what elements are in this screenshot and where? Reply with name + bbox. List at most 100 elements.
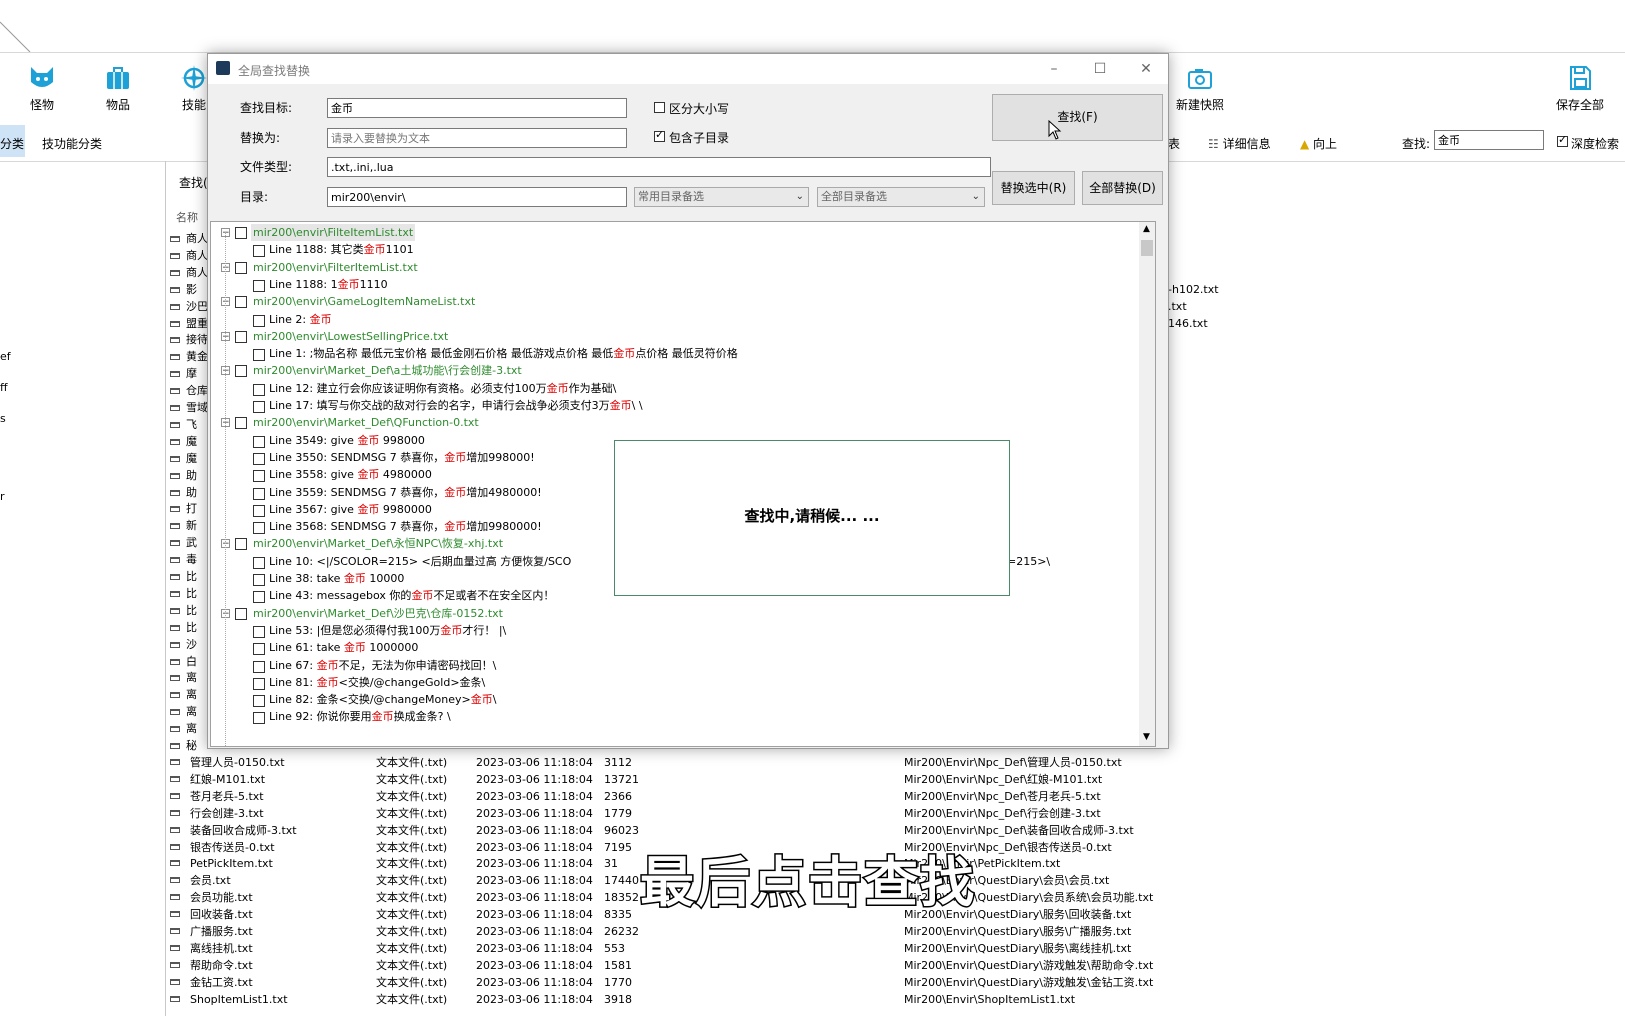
result-line-row[interactable]: Line 82: 金条<交换/@changeMoney>金币\: [211, 691, 1131, 708]
items-button[interactable]: 物品: [86, 64, 150, 113]
result-line-checkbox[interactable]: [253, 245, 265, 258]
result-line-checkbox[interactable]: [253, 504, 265, 517]
file-row-partial[interactable]: 沙巴: [170, 298, 208, 315]
result-line-row[interactable]: Line 12: 建立行会你应该证明你有资格。必须支付100万金币作为基础\: [211, 380, 1131, 397]
file-row-partial[interactable]: 武: [170, 534, 197, 551]
up-button[interactable]: ▲ 向上: [1300, 135, 1337, 152]
maximize-icon[interactable]: ☐: [1090, 60, 1110, 78]
result-file-row[interactable]: − mir200\envir\GameLogItemNameList.txt: [211, 293, 1131, 310]
name-column-header[interactable]: 名称: [176, 209, 198, 225]
result-line-row[interactable]: Line 61: take 金币 1000000: [211, 639, 1131, 656]
result-file-checkbox[interactable]: [235, 538, 247, 551]
directory-input[interactable]: mir200\envir\: [327, 187, 627, 207]
file-row-partial[interactable]: 比: [170, 619, 197, 636]
replace-all-button[interactable]: 全部替换(D): [1082, 171, 1163, 205]
result-file-row[interactable]: − mir200\envir\Market_Def\a土城功能\行会创建-3.tx…: [211, 362, 1131, 379]
replace-selected-button[interactable]: 替换选中(R): [992, 171, 1075, 205]
detail-info-button[interactable]: ☷ 详细信息: [1208, 135, 1271, 152]
file-row-partial[interactable]: 离: [170, 686, 197, 703]
file-row-partial[interactable]: 比: [170, 568, 197, 585]
result-line-checkbox[interactable]: [253, 452, 265, 465]
table-row[interactable]: 行会创建-3.txt 文本文件(.txt) 2023-03-06 11:18:04 1…: [170, 805, 1170, 822]
file-row-partial[interactable]: 商人: [170, 247, 208, 264]
file-row-partial[interactable]: 魔: [170, 450, 197, 467]
result-line-checkbox[interactable]: [253, 470, 265, 483]
include-subdirs-checkbox[interactable]: [654, 128, 665, 142]
scroll-thumb[interactable]: [1141, 240, 1153, 256]
result-file-checkbox[interactable]: [235, 261, 247, 274]
table-row[interactable]: 广播服务.txt 文本文件(.txt) 2023-03-06 11:18:04 262…: [170, 923, 1170, 940]
result-line-row[interactable]: Line 2: 金币: [211, 311, 1131, 328]
file-row-partial[interactable]: 沙: [170, 636, 197, 653]
result-line-row[interactable]: Line 17: 填写与你交战的敌对行会的名字，申请行会战争必须支付3万金币\ …: [211, 397, 1131, 414]
table-row[interactable]: 装备回收合成师-3.txt 文本文件(.txt) 2023-03-06 11:18:…: [170, 822, 1170, 839]
result-line-checkbox[interactable]: [253, 643, 265, 656]
all-dirs-dropdown[interactable]: 全部目录备选 ⌄: [817, 187, 985, 207]
save-all-button[interactable]: 保存全部: [1548, 64, 1612, 113]
file-row-partial[interactable]: 仓库: [170, 382, 208, 399]
result-file-row[interactable]: − mir200\envir\LowestSellingPrice.txt: [211, 328, 1131, 345]
find-button[interactable]: 查找(F): [992, 94, 1163, 141]
table-row[interactable]: ShopItemList1.txt 文本文件(.txt) 2023-03-06 11…: [170, 991, 1170, 1008]
find-target-input[interactable]: 金币: [327, 98, 627, 118]
table-row[interactable]: 离线挂机.txt 文本文件(.txt) 2023-03-06 11:18:04 553…: [170, 940, 1170, 957]
file-row-partial[interactable]: 离: [170, 703, 197, 720]
results-scrollbar[interactable]: ▲ ▼: [1139, 222, 1155, 746]
minimize-icon[interactable]: –: [1044, 60, 1064, 78]
table-row[interactable]: 帮助命令.txt 文本文件(.txt) 2023-03-06 11:18:04 158…: [170, 957, 1170, 974]
result-line-checkbox[interactable]: [253, 279, 265, 292]
file-row-partial[interactable]: 毒: [170, 551, 197, 568]
deep-search-checkbox[interactable]: [1557, 133, 1568, 147]
result-line-row[interactable]: Line 1188: 1金币1110: [211, 276, 1131, 293]
file-type-input[interactable]: .txt,.ini,.lua: [327, 157, 991, 177]
result-line-checkbox[interactable]: [253, 625, 265, 638]
file-row-partial[interactable]: 影: [170, 281, 197, 298]
file-row-partial[interactable]: 秘: [170, 737, 197, 754]
file-row-partial[interactable]: 助: [170, 484, 197, 501]
result-line-checkbox[interactable]: [253, 660, 265, 673]
file-row-partial[interactable]: 盟重: [170, 315, 208, 332]
result-line-checkbox[interactable]: [253, 591, 265, 604]
result-line-row[interactable]: Line 67: 金币不足，无法为你申请密码找回！\: [211, 657, 1131, 674]
file-row-partial[interactable]: 白: [170, 653, 197, 670]
file-row-partial[interactable]: 商人: [170, 264, 208, 281]
table-row[interactable]: 金钻工资.txt 文本文件(.txt) 2023-03-06 11:18:04 177…: [170, 974, 1170, 991]
table-row[interactable]: 管理人员-0150.txt 文本文件(.txt) 2023-03-06 11:18:…: [170, 754, 1170, 771]
close-icon[interactable]: ✕: [1136, 60, 1156, 78]
skill-category-tab[interactable]: 技功能分类: [42, 135, 102, 152]
table-row[interactable]: 红娘-M101.txt 文本文件(.txt) 2023-03-06 11:18:04…: [170, 771, 1170, 788]
result-file-checkbox[interactable]: [235, 296, 247, 309]
table-row[interactable]: 苍月老兵-5.txt 文本文件(.txt) 2023-03-06 11:18:04 2…: [170, 788, 1170, 805]
result-file-row[interactable]: − mir200\envir\FilterItemList.txt: [211, 259, 1131, 276]
result-line-checkbox[interactable]: [253, 349, 265, 362]
file-row-partial[interactable]: 魔: [170, 433, 197, 450]
file-row-partial[interactable]: 助: [170, 467, 197, 484]
file-row-partial[interactable]: 比: [170, 602, 197, 619]
common-dirs-dropdown[interactable]: 常用目录备选 ⌄: [634, 187, 809, 207]
result-file-checkbox[interactable]: [235, 607, 247, 620]
list-view-tab[interactable]: 表: [1168, 135, 1180, 152]
case-sensitive-checkbox[interactable]: [654, 102, 665, 113]
scroll-up-icon[interactable]: ▲: [1143, 224, 1150, 234]
file-row-partial[interactable]: 黄金: [170, 348, 208, 365]
file-row-partial[interactable]: 新: [170, 517, 197, 534]
result-line-checkbox[interactable]: [253, 556, 265, 569]
result-line-row[interactable]: Line 1188: 其它类金币1101: [211, 241, 1131, 258]
result-file-checkbox[interactable]: [235, 227, 247, 239]
result-line-checkbox[interactable]: [253, 712, 265, 725]
result-line-row[interactable]: Line 92: 你说你要用金币换成金条? \: [211, 708, 1131, 725]
dialog-titlebar[interactable]: 全局查找替换 – ☐ ✕: [208, 54, 1168, 84]
search-input[interactable]: 金币: [1434, 130, 1544, 150]
monster-button[interactable]: 怪物: [10, 64, 74, 113]
file-row-partial[interactable]: 摩: [170, 365, 197, 382]
result-file-row[interactable]: − mir200\envir\Market_Def\QFunction-0.txt: [211, 414, 1131, 431]
replace-with-input[interactable]: 请录入要替换为文本: [327, 128, 627, 148]
result-file-checkbox[interactable]: [235, 365, 247, 378]
result-line-checkbox[interactable]: [253, 435, 265, 448]
file-row-partial[interactable]: 商人: [170, 230, 208, 247]
new-snapshot-button[interactable]: 新建快照: [1168, 64, 1232, 113]
file-row-partial[interactable]: 比: [170, 585, 197, 602]
result-line-checkbox[interactable]: [253, 401, 265, 413]
file-row-partial[interactable]: 离: [170, 669, 197, 686]
scroll-down-icon[interactable]: ▼: [1143, 732, 1150, 742]
